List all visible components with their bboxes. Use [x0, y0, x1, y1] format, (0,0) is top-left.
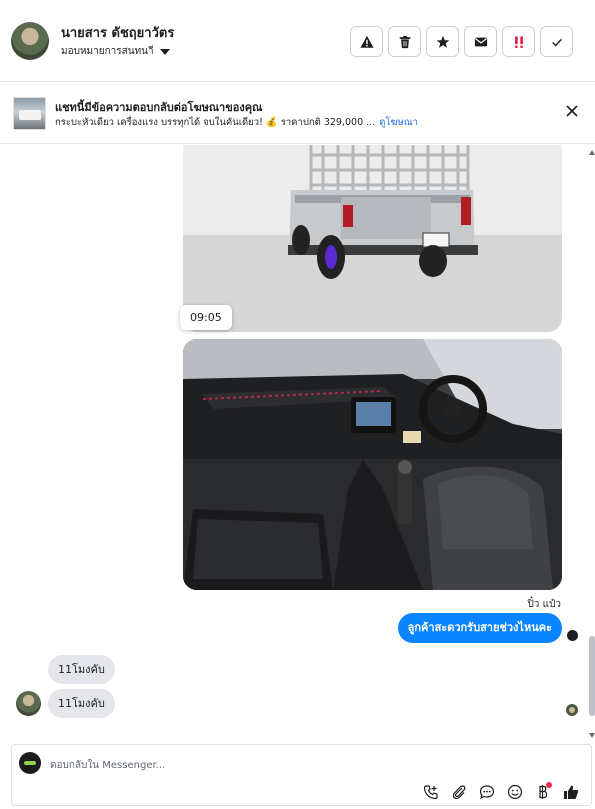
like-button[interactable]: [561, 782, 580, 801]
mark-unread-button[interactable]: [464, 26, 497, 57]
ad-thumbnail[interactable]: [13, 97, 46, 130]
truck-rear-photo[interactable]: [183, 145, 562, 332]
check-icon: [551, 38, 562, 47]
contact-name[interactable]: นายสาร ดัชฤยาวัตร: [61, 22, 174, 43]
exclamation-icon: [514, 35, 523, 48]
view-ad-link[interactable]: ดูโฆษณา: [379, 117, 418, 128]
envelope-icon: [474, 37, 487, 46]
page-avatar: [19, 752, 41, 774]
truck-rear-image: [183, 145, 562, 332]
conversation-header: นายสาร ดัชฤยาวัตร มอบหมายการสนทนาี: [0, 0, 595, 82]
contact-avatar[interactable]: [11, 22, 49, 60]
done-button[interactable]: [540, 26, 573, 57]
incoming-message[interactable]: 11โมงคับ: [48, 689, 115, 718]
trash-icon: [399, 35, 410, 48]
assign-conversation-dropdown[interactable]: มอบหมายการสนทนาี: [61, 44, 170, 59]
scroll-down-arrow[interactable]: [589, 733, 595, 738]
seen-avatar: [566, 704, 578, 716]
contact-avatar-small: [16, 691, 41, 716]
ad-description: กระบะหัวเดียว เครื่องแรง บรรทุกได้ จบในค…: [55, 117, 376, 128]
smiley-icon: [507, 784, 522, 799]
scrollbar-thumb[interactable]: [589, 636, 595, 716]
report-button[interactable]: [350, 26, 383, 57]
payment-button[interactable]: [533, 782, 552, 801]
header-actions: [350, 26, 573, 57]
outgoing-message[interactable]: ลูกค้าสะดวกรับสายช่วงไหนคะ: [397, 613, 562, 643]
caret-down-icon: [159, 48, 170, 55]
composer-tools: [421, 782, 580, 801]
truck-interior-photo[interactable]: [183, 339, 562, 590]
scroll-up-arrow[interactable]: [589, 150, 595, 155]
timestamp-chip: 09:05: [180, 305, 232, 330]
close-icon[interactable]: [565, 104, 579, 118]
sender-name: ปิ๋ว แป๋ว: [527, 599, 561, 610]
incoming-message[interactable]: 11โมงคับ: [48, 655, 115, 684]
saved-replies-button[interactable]: [477, 782, 496, 801]
banner-title: แชทนี้มีข้อความตอบกลับต่อโฆษณาของคุณ: [55, 101, 263, 114]
assign-label: มอบหมายการสนทนาี: [61, 46, 154, 57]
star-button[interactable]: [426, 26, 459, 57]
warning-icon: [359, 35, 374, 48]
important-button[interactable]: [502, 26, 535, 57]
phone-plus-icon: [423, 784, 438, 799]
reply-input[interactable]: [50, 756, 450, 774]
paperclip-icon: [452, 784, 465, 799]
chat-bubble-icon: [479, 784, 494, 799]
attach-button[interactable]: [449, 782, 468, 801]
call-button[interactable]: [421, 782, 440, 801]
read-receipt-avatar: [567, 630, 578, 641]
delete-button[interactable]: [388, 26, 421, 57]
emoji-button[interactable]: [505, 782, 524, 801]
star-icon: [436, 35, 449, 48]
banner-text: กระบะหัวเดียว เครื่องแรง บรรทุกได้ จบในค…: [55, 115, 418, 130]
truck-interior-image: [183, 339, 562, 590]
notification-dot: [546, 782, 552, 788]
thumbs-up-icon: [563, 785, 578, 799]
